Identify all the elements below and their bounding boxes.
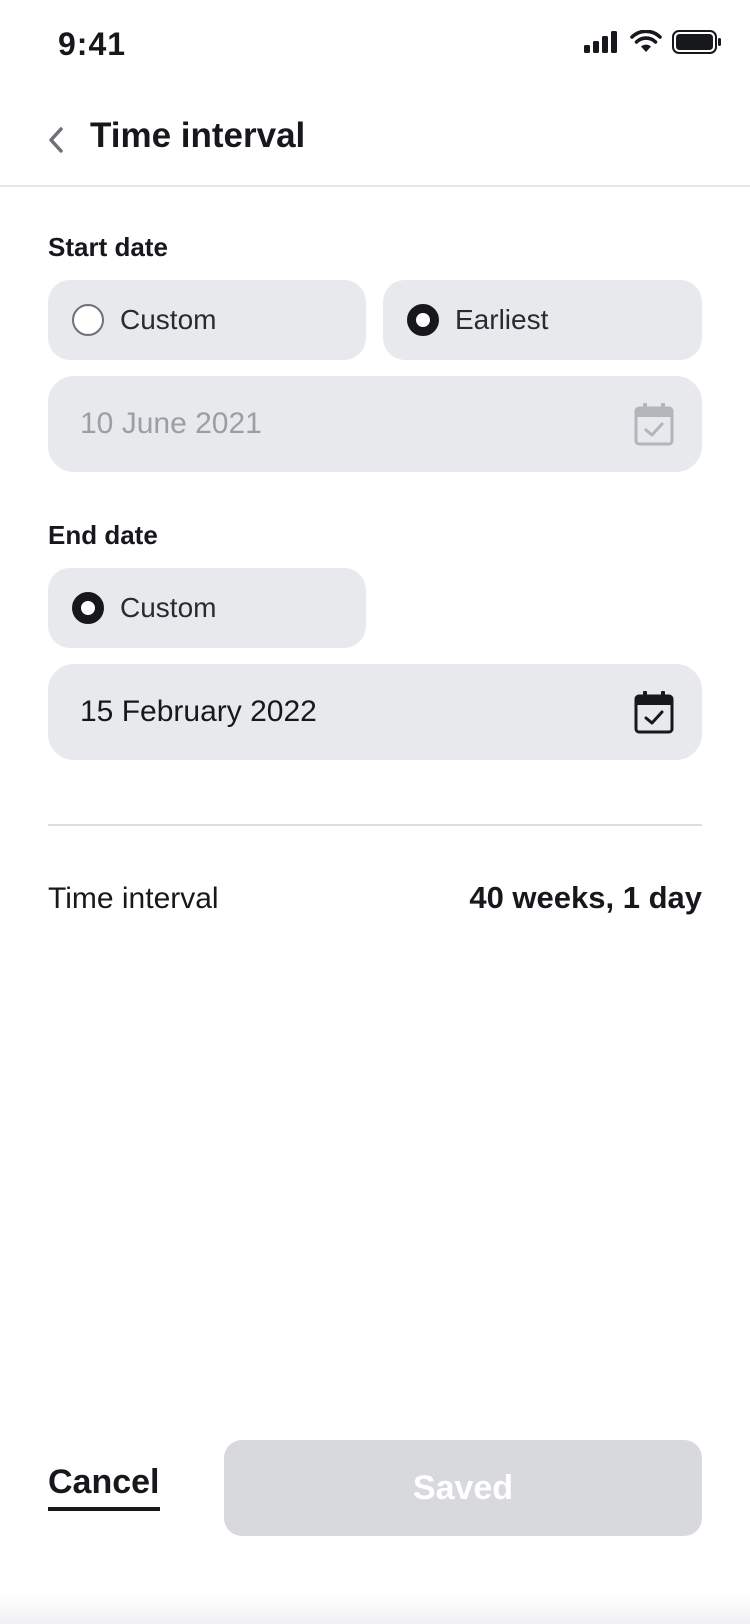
header: Time interval xyxy=(0,90,750,187)
end-date-option-custom[interactable]: Custom xyxy=(48,568,366,648)
radio-label: Earliest xyxy=(455,304,549,335)
start-date-option-custom[interactable]: Custom xyxy=(48,280,366,360)
cancel-button[interactable]: Cancel xyxy=(48,1463,160,1512)
radio-unselected-icon xyxy=(72,304,104,336)
end-date-value: 15 February 2022 xyxy=(80,695,317,728)
saved-button[interactable]: Saved xyxy=(224,1440,702,1536)
radio-label: Custom xyxy=(120,304,217,335)
calendar-check-icon[interactable] xyxy=(634,690,674,734)
divider xyxy=(48,824,702,826)
status-bar: 9:41 xyxy=(0,0,750,90)
radio-selected-icon xyxy=(407,304,439,336)
status-icons xyxy=(584,30,722,54)
chevron-left-icon xyxy=(49,127,63,153)
end-date-field[interactable]: 15 February 2022 xyxy=(48,664,702,760)
start-date-option-earliest[interactable]: Earliest xyxy=(383,280,702,360)
time-interval-label: Time interval xyxy=(48,882,219,915)
home-indicator-area xyxy=(0,1594,750,1624)
radio-selected-icon xyxy=(72,592,104,624)
start-date-value: 10 June 2021 xyxy=(80,407,262,440)
wifi-icon xyxy=(630,30,662,52)
time-interval-value: 40 weeks, 1 day xyxy=(469,880,702,915)
status-time: 9:41 xyxy=(58,26,127,62)
start-date-field: 10 June 2021 xyxy=(48,376,702,472)
radio-label: Custom xyxy=(120,592,217,623)
calendar-check-icon xyxy=(634,403,674,446)
start-date-label: Start date xyxy=(48,232,168,262)
back-button[interactable] xyxy=(36,120,76,160)
cellular-signal-icon xyxy=(584,31,617,53)
page-title: Time interval xyxy=(90,116,306,155)
end-date-label: End date xyxy=(48,520,158,550)
battery-icon xyxy=(672,30,721,54)
